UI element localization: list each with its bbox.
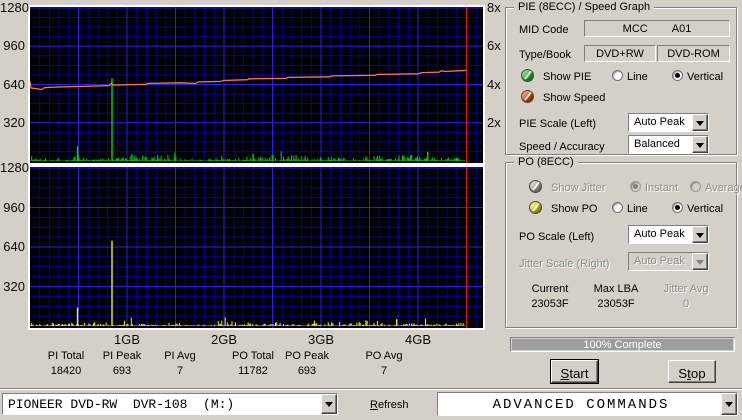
mid-code-label: MID Code (519, 24, 569, 36)
advanced-commands-value: ADVANCED COMMANDS (492, 397, 670, 413)
x-axis-tick: 2GB (210, 332, 237, 347)
app-window: { "colors": { "window_bg": "#d4d0c8", "p… (0, 0, 742, 420)
current-lba-label: Current (531, 283, 569, 295)
po-scale-label: PO Scale (Left) (519, 231, 595, 243)
stat-label: PO Avg (365, 350, 403, 362)
pie-line-radio-label: Line (627, 71, 648, 83)
jitter-scale-dropdown-button (692, 253, 708, 270)
po-groupbox-title: PO (8ECC) (514, 156, 578, 169)
jitter-average-radio-label: Average (705, 182, 742, 194)
show-po-led-button[interactable] (529, 201, 542, 214)
speed-axis-tick: 8x (487, 0, 501, 15)
speed-accuracy-value: Balanced (634, 138, 680, 150)
pie-speed-chart-frame (28, 5, 485, 165)
y-axis-tick: 960 (3, 199, 25, 215)
scan-progress-bar: 100% Complete (510, 337, 735, 352)
show-speed-led-button[interactable] (521, 90, 534, 103)
x-axis-tick: 4GB (404, 332, 431, 347)
refresh-button[interactable]: Refresh (370, 399, 409, 411)
y-axis-tick: 640 (3, 239, 25, 254)
x-axis-tick: 1GB (113, 332, 140, 347)
jitter-instant-radio-label: Instant (645, 182, 679, 194)
chevron-down-icon (696, 142, 704, 152)
pie-groupbox-title: PIE (8ECC) / Speed Graph (514, 1, 655, 14)
speed-accuracy-dropdown[interactable]: Balanced (628, 135, 709, 154)
speed-accuracy-dropdown-button[interactable] (692, 136, 708, 153)
y-axis-tick: 320 (3, 278, 25, 294)
show-pie-label: Show PIE (543, 71, 592, 83)
start-button[interactable]: Start (551, 360, 598, 383)
disc-type-value: DVD+RW (596, 47, 644, 60)
pie-vertical-radio-label: Vertical (687, 71, 724, 83)
drive-selector-dropdown-button[interactable] (321, 394, 337, 414)
chevron-down-icon (696, 259, 704, 269)
jitter-avg-value: 0 (682, 298, 690, 310)
speed-axis-tick: 4x (487, 76, 501, 92)
po-line-radio[interactable] (612, 202, 623, 213)
jitter-scale-value: Auto Peak (634, 255, 685, 267)
chevron-down-icon (696, 232, 704, 242)
book-type-value: DVD-ROM (667, 47, 720, 60)
po-scale-dropdown[interactable]: Auto Peak (628, 225, 709, 244)
advanced-commands-dropdown[interactable]: ADVANCED COMMANDS (437, 392, 738, 416)
max-lba-value: 23053F (597, 298, 635, 310)
pie-scale-label: PIE Scale (Left) (519, 118, 597, 130)
progress-label: 100% Complete (583, 339, 662, 351)
jitter-instant-radio (630, 181, 641, 192)
y-axis-tick: 640 (3, 76, 25, 92)
po-vertical-radio[interactable] (672, 202, 683, 213)
type-book-label: Type/Book (519, 49, 571, 61)
po-line-radio-label: Line (627, 203, 648, 215)
pie-scale-value: Auto Peak (634, 116, 685, 128)
advanced-commands-dropdown-button[interactable] (721, 393, 737, 415)
pie-speed-chart (29, 7, 483, 163)
po-chart (30, 167, 483, 328)
y-axis-tick: 1280 (0, 0, 29, 15)
po-scale-dropdown-button[interactable] (692, 226, 708, 243)
mid-code-field: MCC A01 (584, 20, 730, 37)
y-axis-tick: 960 (3, 38, 25, 54)
show-jitter-led-button (529, 180, 542, 193)
jitter-scale-dropdown: Auto Peak (628, 252, 709, 271)
x-axis-tick: 3GB (307, 332, 334, 347)
mid-code-manufacturer: MCC (622, 22, 648, 35)
jitter-scale-label: Jitter Scale (Right) (519, 258, 610, 270)
po-scale-value: Auto Peak (634, 228, 685, 240)
mid-code-type: A01 (671, 22, 692, 35)
stat-po-avg: PO Avg 7 (339, 350, 429, 377)
pie-scale-dropdown-button[interactable] (692, 114, 708, 131)
pie-line-radio[interactable] (612, 70, 623, 81)
po-groupbox: PO (8ECC) Show Jitter Instant Average Sh… (505, 156, 742, 328)
chevron-down-icon (725, 402, 733, 411)
drive-selector-dropdown[interactable]: PIONEER DVD-RW DVR-108 (M:) (2, 393, 338, 415)
chevron-down-icon (696, 120, 704, 130)
disc-type-field: DVD+RW (584, 45, 656, 62)
show-po-label: Show PO (551, 203, 598, 215)
jitter-avg-label: Jitter Avg (663, 283, 709, 295)
pie-vertical-radio[interactable] (672, 70, 683, 81)
speed-axis-tick: 2x (487, 114, 501, 130)
speed-axis-tick: 6x (487, 38, 501, 54)
book-type-field: DVD-ROM (657, 45, 730, 62)
pie-speed-groupbox: PIE (8ECC) / Speed Graph MID Code MCC A0… (505, 1, 737, 155)
current-lba-value: 23053F (531, 298, 569, 310)
y-axis-tick: 320 (3, 114, 25, 130)
po-chart-frame (28, 165, 485, 330)
pie-scale-dropdown[interactable]: Auto Peak (628, 113, 709, 132)
show-speed-label: Show Speed (543, 92, 606, 104)
max-lba-label: Max LBA (593, 283, 639, 295)
drive-selector-value: PIONEER DVD-RW DVR-108 (M:) (8, 397, 235, 412)
speed-accuracy-label: Speed / Accuracy (519, 141, 605, 153)
chevron-down-icon (325, 402, 333, 411)
show-pie-led-button[interactable] (521, 69, 534, 82)
y-axis-tick: 1280 (0, 160, 29, 175)
divider (0, 388, 742, 390)
po-vertical-radio-label: Vertical (687, 203, 724, 215)
jitter-average-radio (690, 181, 701, 192)
stat-value: 7 (380, 365, 388, 377)
show-jitter-label: Show Jitter (551, 182, 606, 194)
stop-button[interactable]: Stop (668, 360, 716, 383)
